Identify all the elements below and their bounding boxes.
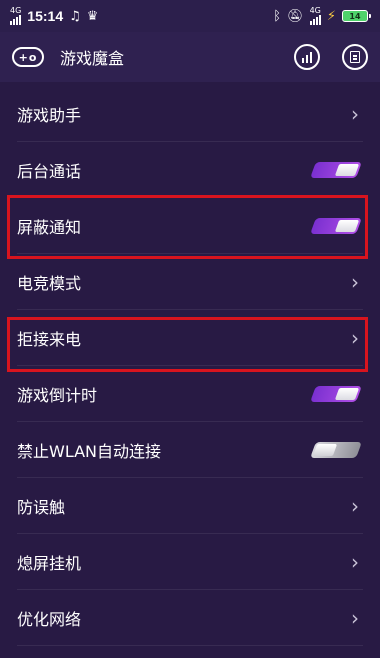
battery-level: 14	[349, 11, 361, 21]
charging-icon: ⚡	[326, 8, 336, 24]
toggle-switch[interactable]	[310, 217, 362, 234]
settings-row[interactable]: 游戏倒计时	[17, 366, 363, 422]
gamepad-glyph: +o	[18, 50, 38, 64]
settings-row-label: 电竞模式	[17, 273, 82, 293]
clock: 15:14	[27, 8, 64, 24]
network-type-right: 4G	[309, 6, 321, 15]
settings-row[interactable]: 后台通话	[17, 142, 363, 198]
toggle-switch[interactable]	[310, 441, 362, 458]
settings-row[interactable]: 拒接来电 ›	[17, 310, 363, 366]
document-icon	[350, 51, 360, 63]
toggle-knob	[334, 219, 360, 232]
network-type: 4G	[10, 6, 22, 15]
settings-row-label: 防误触	[17, 497, 66, 517]
bluetooth-icon: ᛒ	[273, 8, 282, 24]
chevron-right-icon: ›	[351, 605, 359, 630]
chevron-right-icon: ›	[351, 493, 359, 518]
chevron-right-icon: ›	[351, 269, 359, 294]
crown-icon: ♛	[86, 8, 99, 24]
page-title: 游戏魔盒	[60, 49, 125, 68]
signal-4g-icon: 4G	[310, 7, 321, 25]
battery-icon: 14	[342, 10, 371, 22]
network-signal-icon: 4G	[10, 7, 21, 25]
chevron-right-icon: ›	[351, 549, 359, 574]
settings-row[interactable]: 游戏助手 ›	[17, 86, 363, 142]
toggle-knob	[334, 387, 360, 400]
music-note-icon: ♫	[69, 8, 81, 24]
settings-row-label: 拒接来电	[17, 329, 82, 349]
settings-row[interactable]: 禁止WLAN自动连接	[17, 422, 363, 478]
toggle-knob	[312, 443, 338, 456]
gamepad-icon[interactable]: +o	[12, 47, 44, 67]
app-header: +o 游戏魔盒	[0, 32, 380, 82]
settings-row-label: 后台通话	[17, 161, 82, 181]
mute-icon: 🔕︎	[287, 8, 304, 24]
settings-row-label: 熄屏挂机	[17, 553, 82, 573]
settings-list: 游戏助手 › 后台通话 屏蔽通知 电竞模式 › 拒接来电 › 游戏倒计时 禁止WLAN自动连接 防误…	[0, 86, 380, 646]
settings-row[interactable]: 屏蔽通知	[17, 198, 363, 254]
settings-row[interactable]: 熄屏挂机 ›	[17, 534, 363, 590]
bar-chart-icon	[302, 51, 312, 63]
settings-row-label: 优化网络	[17, 609, 82, 629]
performance-chart-button[interactable]	[294, 44, 320, 70]
settings-row-label: 禁止WLAN自动连接	[17, 441, 162, 461]
settings-row[interactable]: 防误触 ›	[17, 478, 363, 534]
toggle-switch[interactable]	[310, 385, 362, 402]
settings-row-label: 屏蔽通知	[17, 217, 82, 237]
chevron-right-icon: ›	[351, 325, 359, 350]
status-bar: 4G 15:14 ♫ ♛ ᛒ 🔕︎ 4G ⚡ 14	[0, 0, 380, 32]
settings-row[interactable]: 优化网络 ›	[17, 590, 363, 646]
toggle-switch[interactable]	[310, 161, 362, 178]
settings-row[interactable]: 电竞模式 ›	[17, 254, 363, 310]
document-button[interactable]	[342, 44, 368, 70]
settings-row-label: 游戏倒计时	[17, 385, 98, 405]
settings-row-label: 游戏助手	[17, 105, 82, 125]
toggle-knob	[334, 163, 360, 176]
chevron-right-icon: ›	[351, 101, 359, 126]
